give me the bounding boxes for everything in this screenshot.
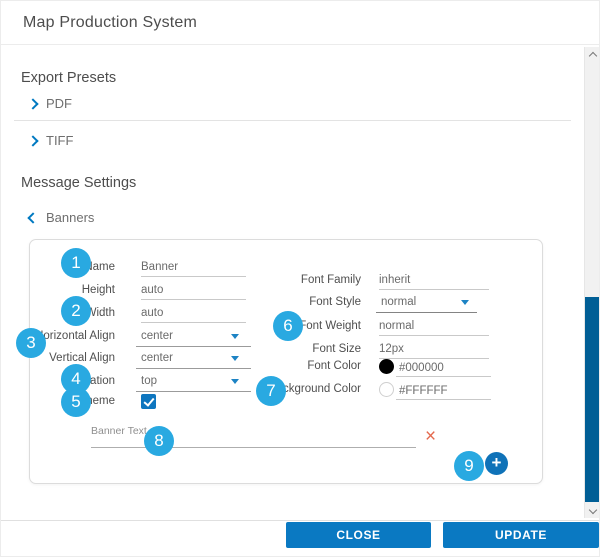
location-value: top	[141, 375, 157, 387]
callout-badge-8: 8	[144, 426, 174, 456]
font-color-swatch[interactable]	[379, 359, 394, 374]
horizontal-align-value: center	[141, 330, 173, 342]
preset-pdf-row[interactable]: PDF	[29, 95, 72, 111]
callout-badge-9: 9	[454, 451, 484, 481]
font-weight-input[interactable]: normal	[379, 318, 489, 336]
vertical-align-value: center	[141, 352, 173, 364]
vertical-align-select[interactable]: center	[136, 349, 251, 369]
horizontal-align-select[interactable]: center	[136, 327, 251, 347]
font-size-label: Font Size	[239, 342, 361, 357]
close-button[interactable]: CLOSE	[286, 522, 431, 548]
callout-badge-3: 3	[16, 328, 46, 358]
location-select[interactable]: top	[136, 372, 251, 392]
footer-divider	[1, 520, 600, 521]
font-style-select[interactable]: normal	[376, 293, 477, 313]
add-banner-button[interactable]: +	[485, 452, 508, 475]
font-color-label: Font Color	[239, 359, 361, 374]
page-title: Map Production System	[23, 14, 197, 32]
font-family-label: Font Family	[239, 273, 361, 288]
font-style-label: Font Style	[239, 295, 361, 310]
message-settings-heading: Message Settings	[21, 175, 136, 191]
preset-tiff-label: TIFF	[46, 133, 73, 148]
caret-down-icon	[461, 300, 469, 305]
font-color-hex-input[interactable]: #000000	[396, 360, 491, 377]
preset-divider	[14, 120, 571, 121]
scrollbar-thumb[interactable]	[585, 297, 600, 502]
callout-badge-1: 1	[61, 248, 91, 278]
callout-badge-5: 5	[61, 387, 91, 417]
map-production-dialog: Map Production System Export Presets PDF…	[0, 0, 600, 557]
callout-badge-2: 2	[61, 296, 91, 326]
callout-badge-6: 6	[273, 311, 303, 341]
chevron-left-icon	[27, 212, 38, 223]
height-input[interactable]: auto	[141, 282, 246, 300]
width-input[interactable]: auto	[141, 305, 246, 323]
font-size-input[interactable]: 12px	[379, 341, 489, 359]
export-presets-heading: Export Presets	[21, 70, 116, 86]
update-button[interactable]: UPDATE	[443, 522, 599, 548]
header-divider	[1, 44, 600, 45]
chevron-right-icon	[27, 98, 38, 109]
background-color-hex-input[interactable]: #FFFFFF	[396, 383, 491, 400]
preset-pdf-label: PDF	[46, 96, 72, 111]
font-style-value: normal	[381, 296, 416, 308]
remove-banner-icon[interactable]: ×	[425, 427, 436, 446]
preset-tiff-row[interactable]: TIFF	[29, 132, 73, 148]
caret-down-icon	[231, 334, 239, 339]
height-label: Height	[17, 283, 115, 298]
callout-badge-7: 7	[256, 376, 286, 406]
banner-text-input[interactable]	[91, 431, 416, 448]
banners-back-label: Banners	[46, 210, 94, 225]
chevron-right-icon	[27, 135, 38, 146]
background-color-swatch[interactable]	[379, 382, 394, 397]
theme-checkbox[interactable]	[141, 394, 156, 409]
font-family-input[interactable]: inherit	[379, 272, 489, 290]
banners-back-row[interactable]: Banners	[29, 209, 94, 225]
caret-down-icon	[231, 356, 239, 361]
caret-down-icon	[231, 379, 239, 384]
name-input[interactable]: Banner	[141, 259, 246, 277]
